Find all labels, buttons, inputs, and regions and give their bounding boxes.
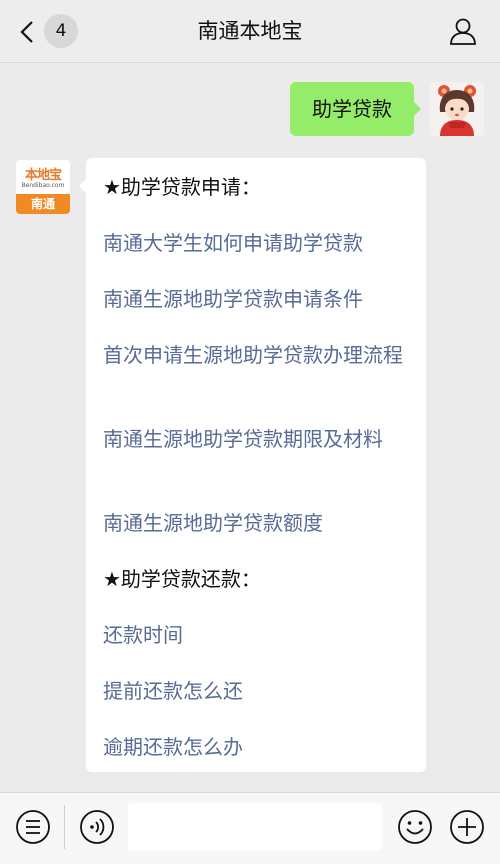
voice-button[interactable] <box>78 808 116 846</box>
bot-avatar[interactable]: 本地宝 Bendibao.com 南通 <box>16 160 70 214</box>
message-input[interactable] <box>128 803 382 851</box>
bot-avatar-logo-area: 本地宝 Bendibao.com <box>16 160 70 194</box>
link-first-apply-process[interactable]: 首次申请生源地助学贷款办理流程 <box>103 341 413 369</box>
section-heading-apply: ★助学贷款申请： <box>103 175 261 199</box>
bot-avatar-subtext: Bendibao.com <box>21 182 65 189</box>
cartoon-girl-avatar-icon <box>430 82 484 136</box>
link-loan-amount[interactable]: 南通生源地助学贷款额度 <box>103 509 413 537</box>
link-apply-conditions[interactable]: 南通生源地助学贷款申请条件 <box>103 285 413 313</box>
plus-icon <box>450 810 484 844</box>
chat-header: 4 南通本地宝 <box>0 0 500 63</box>
bot-avatar-city: 南通 <box>16 194 70 214</box>
bot-message-bubble: ★助学贷款申请： 南通大学生如何申请助学贷款 南通生源地助学贷款申请条件 首次申… <box>79 158 426 772</box>
chevron-left-icon <box>20 21 33 43</box>
menu-list-icon <box>16 810 50 844</box>
input-bar <box>0 792 500 864</box>
emoji-button[interactable] <box>396 808 434 846</box>
user-avatar[interactable] <box>430 82 484 136</box>
unread-count-badge: 4 <box>44 14 78 48</box>
voice-icon <box>80 810 114 844</box>
plus-button[interactable] <box>448 808 486 846</box>
menu-button[interactable] <box>14 808 52 846</box>
back-button[interactable]: 4 <box>14 12 78 50</box>
link-early-repay[interactable]: 提前还款怎么还 <box>103 677 413 705</box>
link-term-and-materials[interactable]: 南通生源地助学贷款期限及材料 <box>103 425 413 453</box>
person-icon <box>450 18 476 45</box>
profile-button[interactable] <box>448 16 478 46</box>
user-message-bubble[interactable]: 助学贷款 <box>290 82 421 136</box>
link-overdue-repay[interactable]: 逾期还款怎么办 <box>103 733 413 761</box>
input-bar-divider <box>64 805 65 849</box>
section-heading-repay: ★助学贷款还款： <box>103 567 261 591</box>
bot-avatar-logo: 本地宝 <box>24 168 62 183</box>
emoji-icon <box>398 810 432 844</box>
link-how-to-apply[interactable]: 南通大学生如何申请助学贷款 <box>103 229 413 257</box>
link-repay-time[interactable]: 还款时间 <box>103 621 413 649</box>
